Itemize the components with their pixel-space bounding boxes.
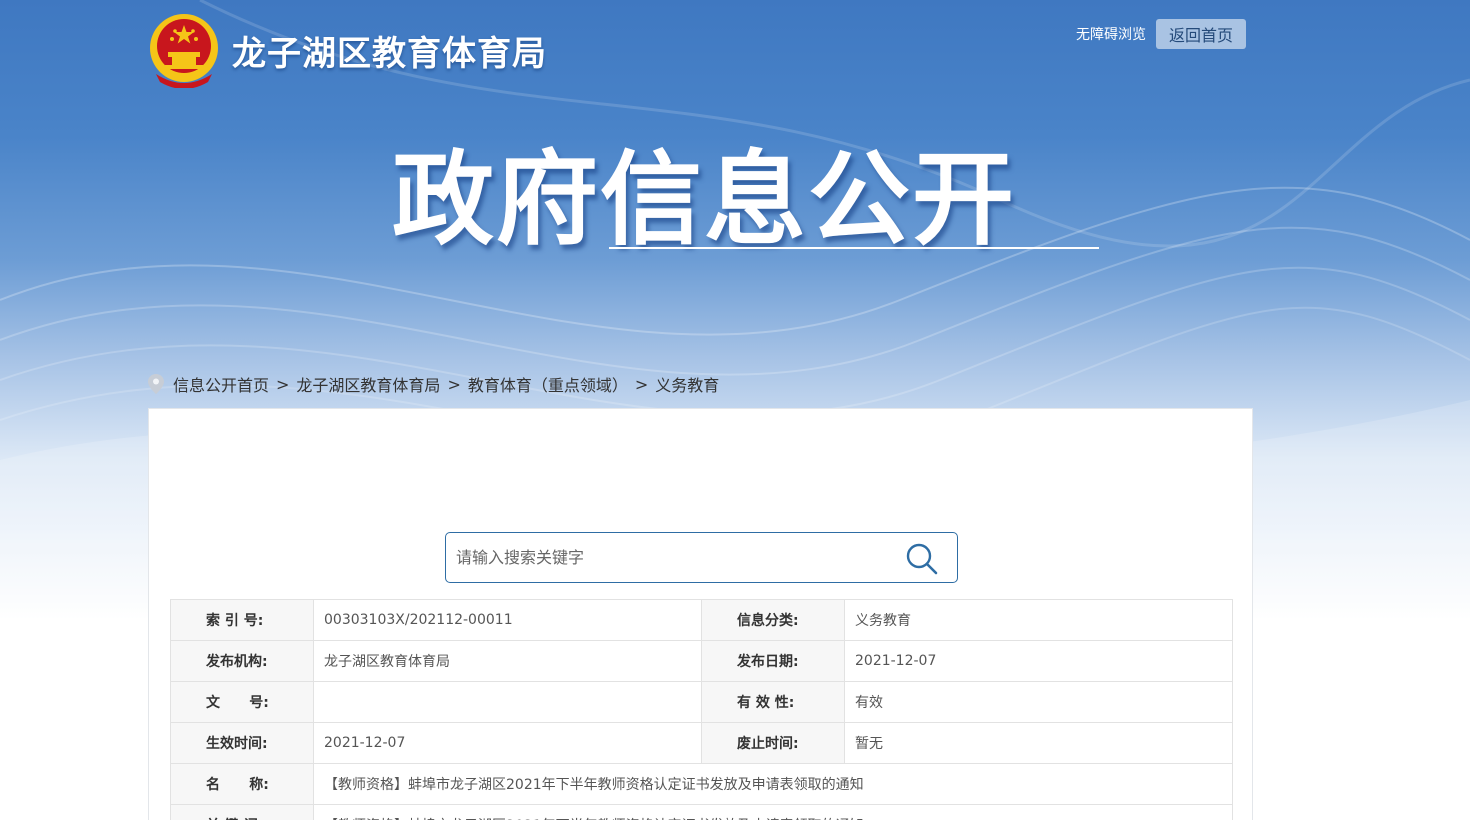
breadcrumb-separator: > — [276, 374, 290, 394]
search-icon[interactable] — [905, 542, 939, 576]
name-label: 名 称: — [170, 763, 314, 805]
keywords-label: 关 键 词: — [170, 804, 314, 820]
category-value: 义务教育 — [844, 599, 1233, 641]
top-links: 无障碍浏览 返回首页 — [1076, 19, 1246, 49]
publisher-label: 发布机构: — [170, 640, 314, 682]
table-row: 索 引 号: 00303103X/202112-00011 信息分类: 义务教育 — [170, 599, 1233, 641]
table-row: 名 称: 【教师资格】蚌埠市龙子湖区2021年下半年教师资格认定证书发放及申请表… — [170, 763, 1233, 805]
site-logo[interactable]: 龙子湖区教育体育局 — [148, 12, 547, 88]
banner-title-underline — [609, 247, 1099, 249]
breadcrumb-item-info-home[interactable]: 信息公开首页 — [173, 372, 269, 396]
breadcrumb-separator: > — [447, 374, 461, 394]
breadcrumb: 信息公开首页 > 龙子湖区教育体育局 > 教育体育（重点领域） > 义务教育 — [148, 372, 719, 396]
effective-date-label: 生效时间: — [170, 722, 314, 764]
document-number-value — [313, 681, 702, 723]
index-number-value: 00303103X/202112-00011 — [313, 599, 702, 641]
info-table: 索 引 号: 00303103X/202112-00011 信息分类: 义务教育… — [170, 599, 1233, 820]
accessible-browse-link[interactable]: 无障碍浏览 — [1076, 24, 1146, 44]
breadcrumb-item-key-area[interactable]: 教育体育（重点领域） — [468, 372, 628, 396]
table-row: 发布机构: 龙子湖区教育体育局 发布日期: 2021-12-07 — [170, 640, 1233, 682]
site-title: 龙子湖区教育体育局 — [232, 33, 547, 74]
name-value: 【教师资格】蚌埠市龙子湖区2021年下半年教师资格认定证书发放及申请表领取的通知 — [313, 763, 1233, 805]
table-row: 关 键 词: 【教师资格】蚌埠市龙子湖区2021年下半年教师资格认定证书发放及申… — [170, 804, 1233, 820]
publisher-value: 龙子湖区教育体育局 — [313, 640, 702, 682]
expiry-date-label: 废止时间: — [701, 722, 845, 764]
breadcrumb-separator: > — [634, 374, 649, 394]
index-number-label: 索 引 号: — [170, 599, 314, 641]
return-home-button[interactable]: 返回首页 — [1156, 19, 1246, 49]
banner-title: 政府信息公开 — [392, 141, 1016, 260]
publish-date-value: 2021-12-07 — [844, 640, 1233, 682]
validity-label: 有 效 性: — [701, 681, 845, 723]
breadcrumb-item-bureau[interactable]: 龙子湖区教育体育局 — [296, 372, 440, 396]
content-panel: 索 引 号: 00303103X/202112-00011 信息分类: 义务教育… — [148, 408, 1253, 820]
publish-date-label: 发布日期: — [701, 640, 845, 682]
table-row: 生效时间: 2021-12-07 废止时间: 暂无 — [170, 722, 1233, 764]
table-row: 文 号: 有 效 性: 有效 — [170, 681, 1233, 723]
validity-value: 有效 — [844, 681, 1233, 723]
search-input[interactable] — [456, 533, 896, 582]
national-emblem-icon — [150, 14, 218, 88]
breadcrumb-item-compulsory-education[interactable]: 义务教育 — [655, 372, 719, 396]
category-label: 信息分类: — [701, 599, 845, 641]
search-box — [445, 532, 958, 583]
location-pin-icon — [148, 374, 164, 394]
document-number-label: 文 号: — [170, 681, 314, 723]
effective-date-value: 2021-12-07 — [313, 722, 702, 764]
expiry-date-value: 暂无 — [844, 722, 1233, 764]
keywords-value: 【教师资格】蚌埠市龙子湖区2021年下半年教师资格认定证书发放及申请表领取的通知 — [313, 804, 1233, 820]
